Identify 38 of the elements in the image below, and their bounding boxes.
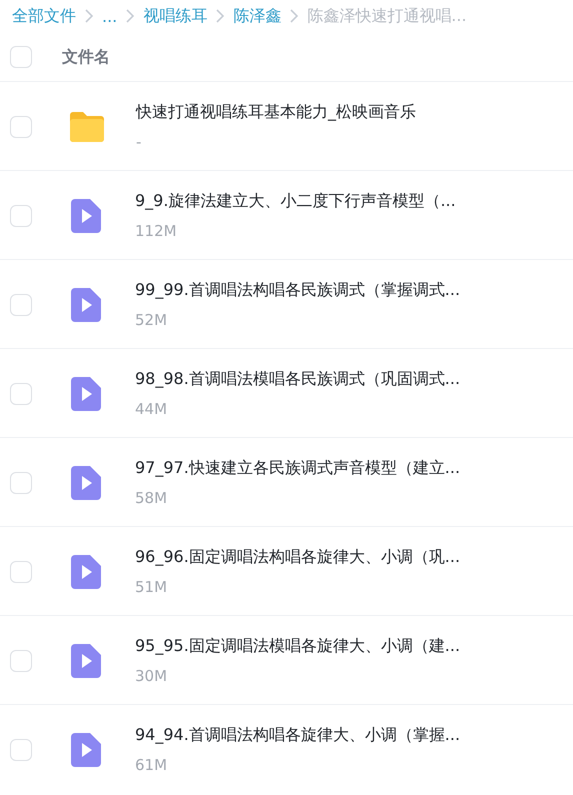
checkbox[interactable] bbox=[10, 204, 32, 226]
video-file-icon bbox=[71, 376, 101, 410]
file-size: 58M bbox=[135, 489, 168, 507]
file-name[interactable]: 96_96.固定调唱法构唱各旋律大、小调（巩... bbox=[135, 547, 460, 568]
file-name[interactable]: 99_99.首调唱法构唱各民族调式（掌握调式... bbox=[135, 280, 460, 301]
file-name[interactable]: 97_97.快速建立各民族调式声音模型（建立... bbox=[135, 458, 460, 479]
checkbox[interactable] bbox=[10, 116, 32, 138]
checkbox[interactable] bbox=[10, 46, 32, 68]
checkbox[interactable] bbox=[10, 472, 32, 494]
file-name[interactable]: 95_95.固定调唱法模唱各旋律大、小调（建... bbox=[135, 636, 460, 657]
file-size: - bbox=[136, 133, 142, 151]
file-size: 51M bbox=[135, 578, 168, 596]
folder-icon bbox=[68, 110, 106, 144]
video-file-icon bbox=[71, 198, 101, 232]
file-size: 30M bbox=[135, 667, 168, 685]
chevron-icon bbox=[215, 8, 226, 24]
checkbox[interactable] bbox=[10, 650, 32, 672]
video-file-icon bbox=[71, 732, 101, 766]
video-file-icon bbox=[71, 288, 101, 322]
column-header: 文件名 bbox=[62, 46, 110, 68]
file-size: 44M bbox=[135, 400, 168, 418]
file-size: 112M bbox=[135, 222, 178, 240]
file-size: 52M bbox=[135, 311, 168, 329]
video-file-icon bbox=[71, 466, 101, 500]
chevron-icon bbox=[125, 8, 136, 24]
file-name[interactable]: 94_94.首调唱法构唱各旋律大、小调（掌握... bbox=[135, 725, 460, 746]
video-file-icon bbox=[71, 644, 101, 678]
file-size: 61M bbox=[135, 756, 168, 774]
file-name[interactable]: 98_98.首调唱法模唱各民族调式（巩固调式... bbox=[135, 369, 460, 390]
chevron-icon bbox=[289, 8, 300, 24]
checkbox[interactable] bbox=[10, 294, 32, 316]
file-name[interactable]: 快速打通视唱练耳基本能力_松映画音乐 bbox=[136, 102, 416, 123]
checkbox[interactable] bbox=[10, 738, 32, 760]
file-name[interactable]: 9_9.旋律法建立大、小二度下行声音模型（... bbox=[135, 191, 456, 212]
video-file-icon bbox=[71, 554, 101, 588]
chevron-icon bbox=[84, 8, 94, 24]
checkbox[interactable] bbox=[10, 382, 32, 404]
checkbox[interactable] bbox=[10, 560, 32, 582]
